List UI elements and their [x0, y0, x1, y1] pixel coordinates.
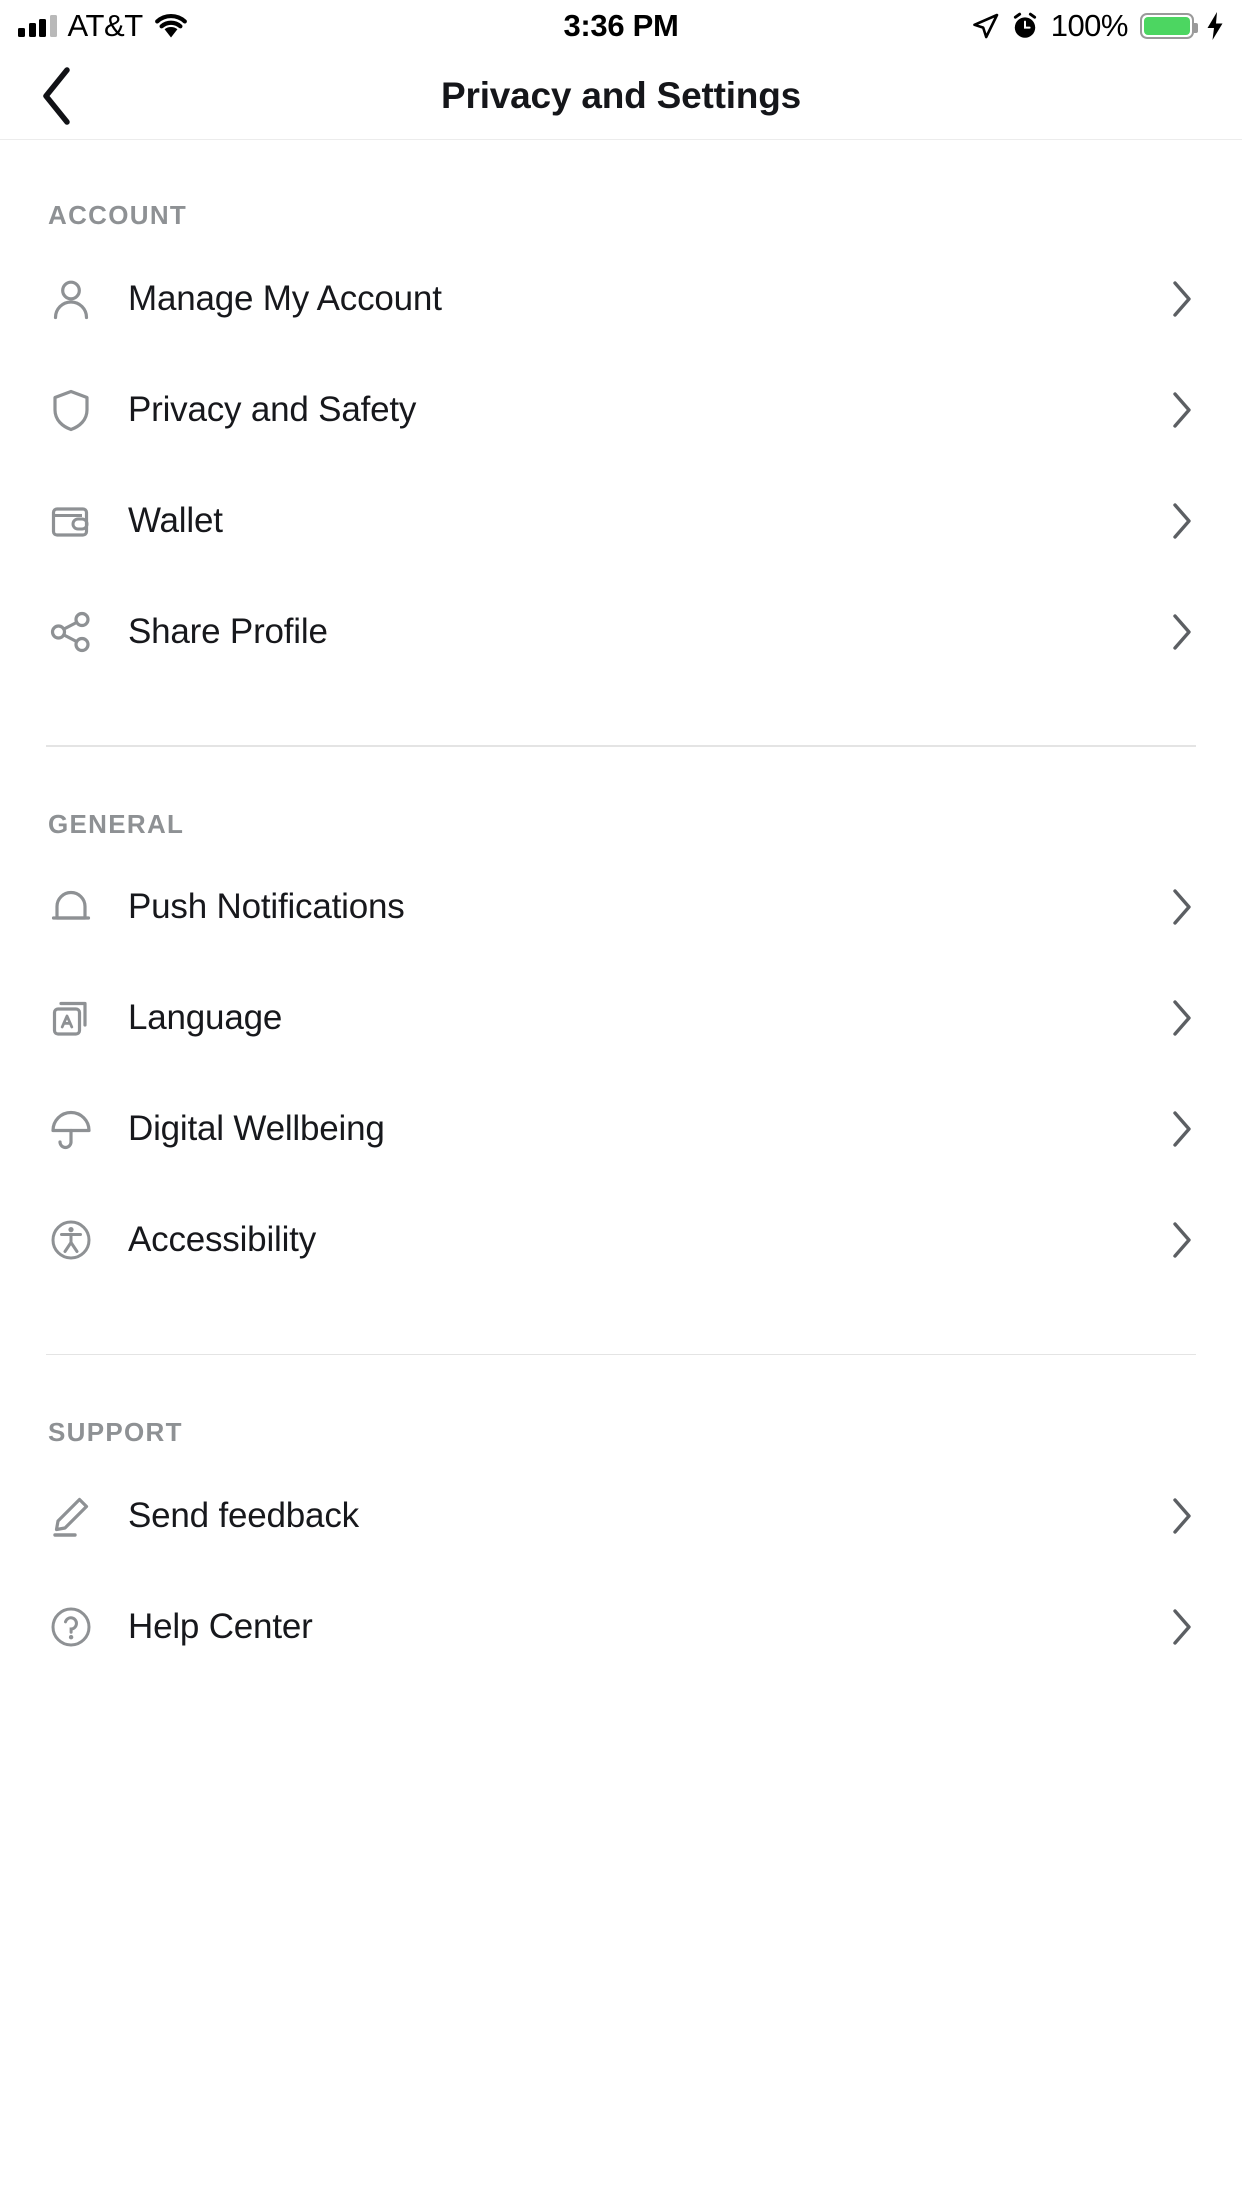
share-icon — [48, 609, 104, 655]
settings-row-label: Push Notifications — [128, 887, 405, 927]
settings-row-push-notifications[interactable]: Push Notifications — [0, 851, 1242, 963]
chevron-right-icon — [1164, 391, 1194, 429]
battery-percent: 100% — [1050, 8, 1129, 43]
settings-row-send-feedback[interactable]: Send feedback — [0, 1460, 1242, 1572]
umbrella-icon — [48, 1106, 104, 1152]
chevron-right-icon — [1164, 613, 1194, 651]
status-bar: AT&T 3:36 PM 100% — [0, 0, 1242, 52]
section-header-general: GENERAL — [48, 808, 185, 839]
settings-list: ACCOUNT Manage My Account Privacy and Sa… — [0, 140, 1242, 1683]
settings-row-label: Send feedback — [128, 1495, 359, 1535]
settings-row-share-profile[interactable]: Share Profile — [0, 576, 1242, 687]
chevron-right-icon — [1164, 1497, 1194, 1535]
section-header-support: SUPPORT — [48, 1417, 183, 1448]
navigation-bar: Privacy and Settings — [0, 52, 1242, 140]
settings-row-privacy-and-safety[interactable]: Privacy and Safety — [0, 354, 1242, 465]
chevron-right-icon — [1164, 1110, 1194, 1148]
chevron-right-icon — [1164, 280, 1194, 318]
chevron-left-icon — [38, 66, 78, 126]
settings-row-label: Digital Wellbeing — [128, 1109, 385, 1149]
settings-row-help-center[interactable]: Help Center — [0, 1571, 1242, 1683]
clock-time: 3:36 PM — [563, 8, 679, 43]
settings-row-accessibility[interactable]: Accessibility — [0, 1184, 1242, 1296]
back-button[interactable] — [22, 60, 94, 132]
settings-row-label: Manage My Account — [128, 278, 442, 318]
settings-screen: AT&T 3:36 PM 100% Privacy and Settings A… — [0, 0, 1242, 2208]
chevron-right-icon — [1164, 999, 1194, 1037]
lightning-bolt-icon — [1206, 11, 1224, 41]
settings-row-language[interactable]: Language — [0, 962, 1242, 1074]
settings-row-label: Privacy and Safety — [128, 389, 417, 429]
settings-row-label: Accessibility — [128, 1220, 317, 1260]
chevron-right-icon — [1164, 502, 1194, 540]
settings-row-label: Help Center — [128, 1606, 313, 1646]
wallet-icon — [48, 498, 104, 544]
battery-icon — [1140, 13, 1198, 39]
section-header-account: ACCOUNT — [48, 200, 188, 230]
shield-icon — [48, 387, 104, 433]
settings-row-digital-wellbeing[interactable]: Digital Wellbeing — [0, 1073, 1242, 1185]
chevron-right-icon — [1164, 1608, 1194, 1646]
page-title: Privacy and Settings — [441, 74, 801, 116]
settings-row-label: Share Profile — [128, 611, 328, 651]
settings-row-manage-my-account[interactable]: Manage My Account — [0, 243, 1242, 354]
chevron-right-icon — [1164, 888, 1194, 926]
location-arrow-icon — [971, 12, 999, 40]
bell-icon — [48, 884, 104, 930]
settings-row-wallet[interactable]: Wallet — [0, 465, 1242, 576]
alarm-clock-icon — [1011, 12, 1039, 40]
status-bar-right: 100% — [971, 0, 1224, 52]
settings-row-label: Wallet — [128, 500, 223, 540]
person-icon — [48, 276, 104, 322]
question-circle-icon — [48, 1604, 104, 1650]
pencil-icon — [48, 1493, 104, 1539]
language-icon — [48, 995, 104, 1041]
settings-row-label: Language — [128, 998, 283, 1038]
accessibility-icon — [48, 1217, 104, 1263]
chevron-right-icon — [1164, 1221, 1194, 1259]
